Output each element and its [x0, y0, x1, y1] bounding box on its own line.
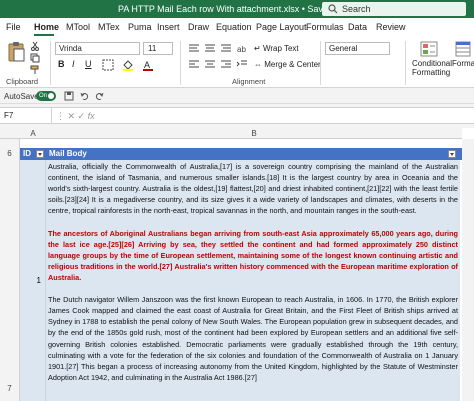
ribbon: Clipboard Vrinda 11 B I U A ab ↵ Wrap Te…	[0, 37, 474, 88]
search-placeholder: Search	[342, 4, 371, 14]
tab-home[interactable]: Home	[34, 22, 59, 32]
menu-bar: File Home MTool MTex Puma Insert Draw Eq…	[0, 18, 474, 37]
header-mail-body-label: Mail Body	[49, 149, 87, 158]
tab-mtool[interactable]: MTool	[66, 22, 90, 32]
merge-center-button[interactable]: ⇔ Merge & Center	[254, 60, 321, 69]
document-title: PA HTTP Mail Each row With attachment.xl…	[118, 4, 333, 14]
conditional-formatting-icon[interactable]	[420, 41, 438, 57]
underline-button[interactable]: U	[85, 59, 92, 69]
tab-equation[interactable]: Equation	[216, 22, 252, 32]
active-tab-indicator	[34, 34, 54, 36]
copy-icon[interactable]	[30, 53, 40, 63]
filter-dropdown-icon[interactable]	[36, 150, 44, 158]
ribbon-divider	[180, 41, 181, 85]
wrap-text-button[interactable]: ↵ Wrap Text	[254, 44, 299, 53]
svg-text:A: A	[144, 60, 150, 70]
format-as-table-icon[interactable]	[455, 41, 471, 57]
format-as-table-button[interactable]: Format as Table	[452, 59, 474, 68]
wrap-text-icon: ↵	[254, 44, 263, 53]
tab-draw[interactable]: Draw	[188, 22, 209, 32]
conditional-formatting-button[interactable]: Conditional Formatting	[412, 59, 452, 77]
autosave-label: AutoSave	[4, 92, 39, 101]
tab-mtex[interactable]: MTex	[98, 22, 120, 32]
undo-icon[interactable]	[80, 91, 90, 101]
header-id-label: ID	[23, 149, 31, 158]
row-header-blank[interactable]	[0, 139, 20, 148]
bold-button[interactable]: B	[58, 59, 65, 69]
formula-icons: ⋮ ✕ ✓ fx	[56, 111, 95, 121]
worksheet-grid[interactable]: A B 6 7 ID Mail Body 1 Australia, offici…	[0, 128, 474, 401]
font-name-select[interactable]: Vrinda	[55, 42, 140, 55]
align-bottom-icon[interactable]	[220, 43, 232, 53]
ribbon-divider	[50, 41, 51, 85]
title-bar: PA HTTP Mail Each row With attachment.xl…	[0, 0, 474, 18]
mail-paragraph: Australia, officially the Commonwealth o…	[48, 162, 458, 216]
mail-paragraph-highlighted: The ancestors of Aboriginal Australians …	[48, 228, 458, 282]
align-top-icon[interactable]	[188, 43, 200, 53]
font-color-icon[interactable]: A	[142, 59, 154, 71]
indent-icon[interactable]	[236, 59, 248, 69]
filter-dropdown-icon[interactable]	[448, 150, 456, 158]
paste-icon[interactable]	[6, 41, 26, 63]
id-value: 1	[36, 276, 41, 285]
name-box[interactable]: F7	[0, 108, 52, 123]
italic-button[interactable]: I	[72, 59, 75, 69]
search-icon	[328, 4, 338, 14]
tab-insert[interactable]: Insert	[157, 22, 180, 32]
merge-center-label: Merge & Center	[264, 60, 321, 69]
cut-icon[interactable]	[30, 41, 40, 51]
tab-data[interactable]: Data	[348, 22, 367, 32]
column-header-b[interactable]: B	[46, 128, 462, 139]
orientation-icon[interactable]: ab	[236, 43, 248, 53]
svg-text:ab: ab	[237, 45, 246, 53]
tab-puma[interactable]: Puma	[128, 22, 152, 32]
ribbon-divider	[320, 41, 321, 85]
align-center-icon[interactable]	[204, 59, 216, 69]
id-cell[interactable]: 1	[20, 160, 46, 401]
vertical-scrollbar[interactable]	[462, 139, 474, 401]
align-middle-icon[interactable]	[204, 43, 216, 53]
mail-paragraph: The Dutch navigator Willem Janszoon was …	[48, 295, 458, 382]
row-header-7[interactable]: 7	[0, 160, 20, 401]
align-left-icon[interactable]	[188, 59, 200, 69]
format-painter-icon[interactable]	[30, 65, 40, 75]
tab-review[interactable]: Review	[376, 22, 406, 32]
quick-access-toolbar: AutoSave On	[0, 88, 474, 104]
table-header-mail-body[interactable]: Mail Body	[46, 148, 462, 160]
borders-icon[interactable]	[102, 59, 114, 71]
save-icon[interactable]	[64, 91, 74, 101]
align-right-icon[interactable]	[220, 59, 232, 69]
select-all-corner[interactable]	[0, 128, 20, 139]
autosave-toggle[interactable]: On	[36, 91, 56, 101]
search-box[interactable]: Search	[322, 2, 466, 16]
merge-center-icon: ⇔	[254, 60, 265, 69]
clipboard-group-label: Clipboard	[6, 77, 39, 86]
table-header-id[interactable]: ID	[20, 148, 46, 160]
redo-icon[interactable]	[94, 91, 104, 101]
formula-bar: F7 ⋮ ✕ ✓ fx	[0, 107, 474, 124]
tab-file[interactable]: File	[6, 22, 21, 32]
tab-page-layout[interactable]: Page Layout	[256, 22, 307, 32]
tab-formulas[interactable]: Formulas	[306, 22, 344, 32]
wrap-text-label: Wrap Text	[262, 44, 299, 53]
ribbon-divider	[405, 41, 406, 85]
number-format-select[interactable]: General	[325, 42, 390, 55]
column-header-a[interactable]: A	[20, 128, 46, 139]
font-size-select[interactable]: 11	[143, 42, 173, 55]
row-header-6[interactable]: 6	[0, 148, 20, 160]
fill-color-icon[interactable]	[122, 59, 134, 71]
alignment-group-label: Alignment	[232, 77, 266, 86]
mail-body-cell[interactable]: Australia, officially the Commonwealth o…	[46, 160, 460, 401]
